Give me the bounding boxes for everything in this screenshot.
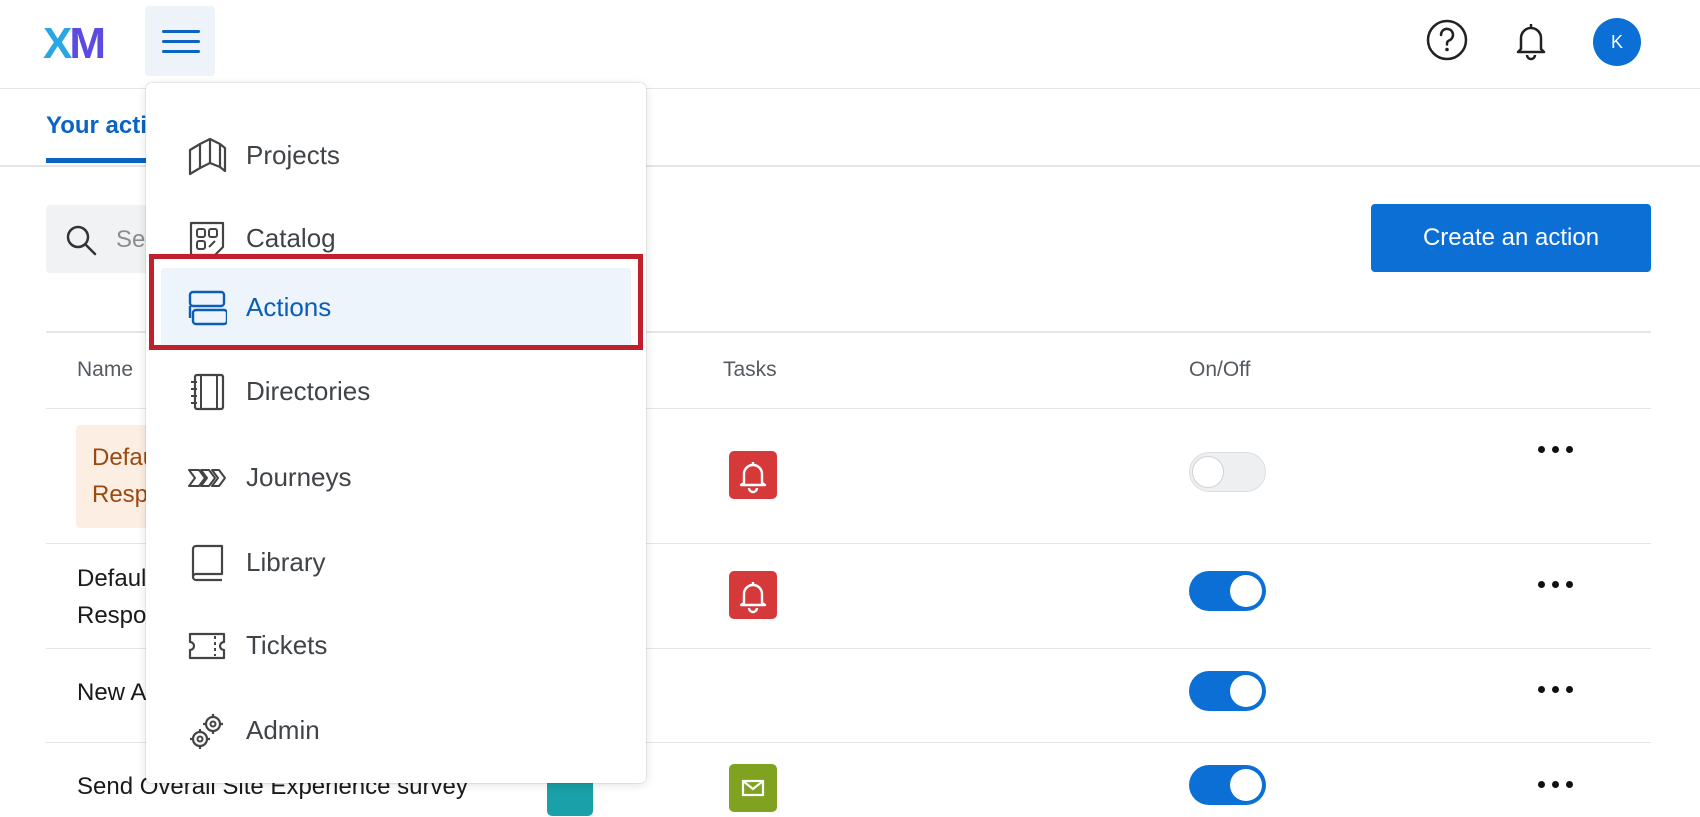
highlight-outline	[149, 254, 643, 350]
enable-toggle[interactable]	[1189, 452, 1266, 492]
column-header-name[interactable]: Name	[77, 358, 133, 382]
admin-icon	[190, 714, 223, 749]
menu-item-tickets[interactable]: Tickets	[146, 606, 646, 686]
enable-toggle[interactable]	[1189, 671, 1266, 711]
more-options-icon[interactable]	[1538, 575, 1574, 595]
column-header-tasks: Tasks	[723, 358, 777, 381]
menu-item-label: Admin	[246, 715, 320, 745]
library-icon	[191, 544, 224, 582]
create-action-button[interactable]: Create an action	[1371, 204, 1651, 272]
menu-item-label: Journeys	[246, 462, 352, 492]
enable-toggle[interactable]	[1189, 765, 1266, 805]
enable-toggle[interactable]	[1189, 571, 1266, 611]
more-options-icon[interactable]	[1538, 680, 1574, 700]
notifications-bell-icon[interactable]	[1509, 18, 1553, 62]
menu-item-label: Catalog	[246, 223, 336, 253]
action-name-line1[interactable]: Default	[77, 560, 153, 597]
journeys-icon	[188, 469, 226, 487]
user-avatar[interactable]: K	[1593, 18, 1641, 66]
menu-toggle-button[interactable]	[145, 6, 215, 76]
more-options-icon[interactable]	[1538, 775, 1574, 795]
directories-icon	[191, 373, 225, 411]
menu-item-journeys[interactable]: Journeys	[146, 438, 646, 518]
column-header-onoff: On/Off	[1189, 358, 1251, 381]
top-navigation-bar: XM K	[0, 0, 1700, 89]
help-icon[interactable]	[1425, 18, 1469, 62]
more-options-icon[interactable]	[1538, 440, 1574, 460]
projects-icon	[188, 137, 227, 176]
menu-item-library[interactable]: Library	[146, 523, 646, 603]
main-navigation-menu: Projects Catalog Actions Directories Jou…	[146, 83, 646, 783]
catalog-icon	[189, 221, 225, 257]
bell-icon	[729, 451, 777, 499]
menu-item-label: Tickets	[246, 630, 328, 660]
active-tab-indicator	[46, 158, 156, 163]
xm-logo[interactable]: XM	[43, 22, 106, 66]
tickets-icon	[188, 632, 226, 660]
menu-item-admin[interactable]: Admin	[146, 691, 646, 771]
email-icon	[729, 764, 777, 812]
menu-item-label: Projects	[246, 140, 340, 170]
menu-item-label: Directories	[246, 376, 371, 406]
menu-item-label: Library	[246, 547, 326, 577]
menu-item-projects[interactable]: Projects	[146, 116, 646, 196]
menu-item-directories[interactable]: Directories	[146, 352, 646, 432]
search-icon	[66, 225, 97, 256]
bell-icon	[729, 571, 777, 619]
